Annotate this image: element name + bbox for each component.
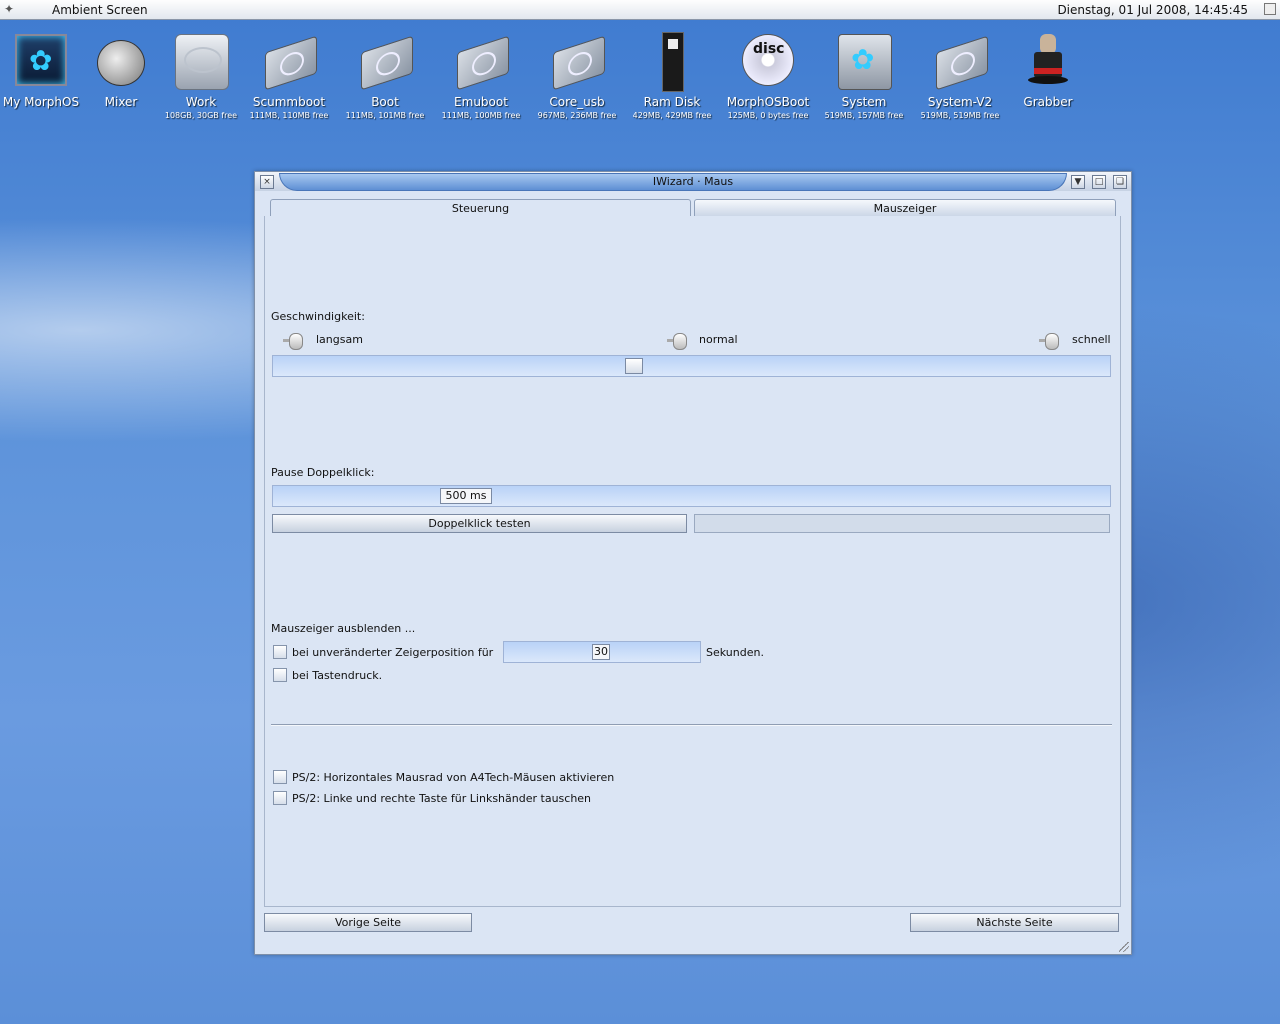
icon-label: Core_usb — [549, 95, 605, 109]
disc-icon: disc — [742, 34, 794, 86]
icon-info: 519MB, 157MB free — [824, 111, 904, 120]
desktop-icon-scummboot[interactable]: Scummboot 111MB, 110MB free — [241, 30, 337, 120]
speed-slow-label: langsam — [316, 333, 363, 346]
separator — [271, 724, 1112, 726]
resize-handle-icon[interactable] — [1119, 942, 1129, 952]
hide-on-idle-label: bei unveränderter Zeigerposition für — [292, 646, 494, 659]
icon-label: Grabber — [1023, 95, 1073, 109]
drive-icon — [457, 35, 509, 91]
icon-label: Scummboot — [252, 95, 326, 109]
speed-label: Geschwindigkeit: — [271, 310, 365, 323]
icon-label: System-V2 — [927, 95, 993, 109]
icon-label: Ram Disk — [643, 95, 701, 109]
desktop-icon-system[interactable]: ✿ System 519MB, 157MB free — [816, 30, 912, 120]
morphos-icon: ✿ — [15, 34, 67, 86]
doubleclick-test-field[interactable] — [694, 514, 1110, 533]
next-page-button[interactable]: Nächste Seite — [910, 913, 1119, 932]
hide-seconds-value[interactable]: 30 — [592, 644, 610, 660]
screen-title-bar: ✦ Ambient Screen Dienstag, 01 Jul 2008, … — [0, 0, 1280, 20]
system-icon: ✿ — [838, 34, 892, 90]
desktop-icon-morphosboot[interactable]: disc MorphOSBoot 125MB, 0 bytes free — [720, 30, 816, 120]
iconify-icon[interactable]: ▼ — [1071, 175, 1085, 189]
drive-icon — [361, 35, 413, 91]
ramdisk-icon — [662, 32, 684, 92]
icon-info: 519MB, 519MB free — [920, 111, 1000, 120]
icon-info: 125MB, 0 bytes free — [727, 111, 809, 120]
ambient-logo-icon[interactable]: ✦ — [4, 2, 20, 16]
desktop-icon-boot[interactable]: Boot 111MB, 101MB free — [337, 30, 433, 120]
drive-icon — [936, 35, 988, 91]
desktop-icon-work[interactable]: Work 108GB, 30GB free — [153, 30, 249, 120]
desktop-icon-core-usb[interactable]: Core_usb 967MB, 236MB free — [529, 30, 625, 120]
speed-normal-label: normal — [699, 333, 738, 346]
icon-info: 429MB, 429MB free — [632, 111, 712, 120]
speed-slider-knob[interactable] — [625, 358, 643, 374]
icon-info: 111MB, 100MB free — [441, 111, 521, 120]
icon-label: Work — [185, 95, 217, 109]
harddisk-icon — [175, 34, 229, 90]
hide-on-keypress-label: bei Tastendruck. — [292, 669, 383, 682]
hide-on-keypress-checkbox[interactable] — [273, 668, 287, 682]
icon-label: MorphOSBoot — [726, 95, 810, 109]
icon-label: System — [841, 95, 887, 109]
icon-info: 111MB, 110MB free — [249, 111, 329, 120]
mouse-normal-icon — [667, 333, 691, 350]
hide-seconds-slider[interactable]: 30 — [503, 641, 701, 663]
screen-title: Ambient Screen — [52, 3, 148, 17]
seconds-label: Sekunden. — [706, 646, 764, 659]
depth-icon[interactable]: ❏ — [1113, 175, 1127, 189]
icon-label: Boot — [371, 95, 399, 109]
hide-pointer-label: Mauszeiger ausblenden ... — [271, 622, 416, 635]
icon-info: 108GB, 30GB free — [164, 111, 238, 120]
doubleclick-label: Pause Doppelklick: — [271, 466, 375, 479]
mixer-icon — [97, 40, 145, 86]
screen-depth-icon[interactable] — [1264, 3, 1276, 15]
window-title: IWizard · Maus — [652, 175, 734, 188]
drive-icon — [553, 35, 605, 91]
ps2-a4tech-label: PS/2: Horizontales Mausrad von A4Tech-Mä… — [292, 771, 615, 784]
hide-on-idle-checkbox[interactable] — [273, 645, 287, 659]
grabber-icon — [1028, 34, 1068, 88]
previous-page-button[interactable]: Vorige Seite — [264, 913, 472, 932]
iwizard-window: IWizard · Maus × ▼ □ ❏ Steuerung Mauszei… — [254, 171, 1132, 955]
doubleclick-test-button[interactable]: Doppelklick testen — [272, 514, 687, 533]
close-icon[interactable]: × — [260, 175, 274, 189]
ps2-lefthand-label: PS/2: Linke und rechte Taste für Linkshä… — [292, 792, 592, 805]
icon-info: 111MB, 101MB free — [345, 111, 425, 120]
drive-icon — [265, 35, 317, 91]
desktop-icon-system-v2[interactable]: System-V2 519MB, 519MB free — [912, 30, 1008, 120]
icon-label: Emuboot — [454, 95, 508, 109]
speed-slider[interactable] — [272, 355, 1111, 377]
mouse-slow-icon — [283, 333, 307, 350]
ps2-a4tech-checkbox[interactable] — [273, 770, 287, 784]
desktop-icon-grabber[interactable]: Grabber — [1000, 30, 1096, 109]
window-titlebar[interactable]: IWizard · Maus × ▼ □ ❏ — [255, 172, 1131, 191]
mouse-fast-icon — [1039, 333, 1063, 350]
speed-fast-label: schnell — [1072, 333, 1111, 346]
doubleclick-slider[interactable]: 500 ms — [272, 485, 1111, 507]
doubleclick-value[interactable]: 500 ms — [440, 488, 492, 504]
zoom-icon[interactable]: □ — [1092, 175, 1106, 189]
ps2-lefthand-checkbox[interactable] — [273, 791, 287, 805]
clock: Dienstag, 01 Jul 2008, 14:45:45 — [1057, 3, 1248, 17]
desktop-icon-emuboot[interactable]: Emuboot 111MB, 100MB free — [433, 30, 529, 120]
icon-info: 967MB, 236MB free — [537, 111, 617, 120]
tab-mauszeiger[interactable]: Mauszeiger — [694, 199, 1116, 217]
desktop-icon-ram-disk[interactable]: Ram Disk 429MB, 429MB free — [624, 30, 720, 120]
